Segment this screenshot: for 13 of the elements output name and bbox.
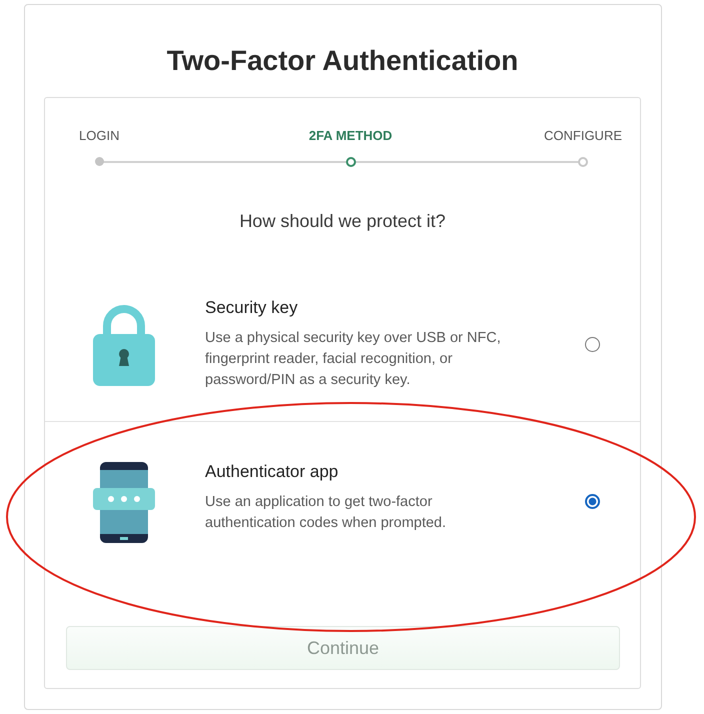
radio-button[interactable] bbox=[585, 337, 600, 352]
step-label: CONFIGURE bbox=[544, 128, 622, 143]
step-label: LOGIN bbox=[79, 128, 120, 143]
option-description: Use an application to get two-factor authentication codes when prompted. bbox=[205, 493, 448, 533]
option-title: Security key bbox=[205, 298, 299, 318]
step-label: 2FA METHOD bbox=[308, 128, 392, 143]
radio-button[interactable] bbox=[585, 494, 600, 509]
phone-icon bbox=[93, 462, 155, 544]
padlock-icon bbox=[93, 304, 155, 386]
question-text: How should we protect it? bbox=[238, 211, 447, 232]
option-description: Use a physical security key over USB or NFC, fingerprint reader, facial recognition, or password/PIN as a security key. bbox=[205, 329, 502, 390]
page-title: Two-Factor Authentication bbox=[166, 45, 518, 77]
option-title: Authenticator app bbox=[205, 462, 340, 482]
